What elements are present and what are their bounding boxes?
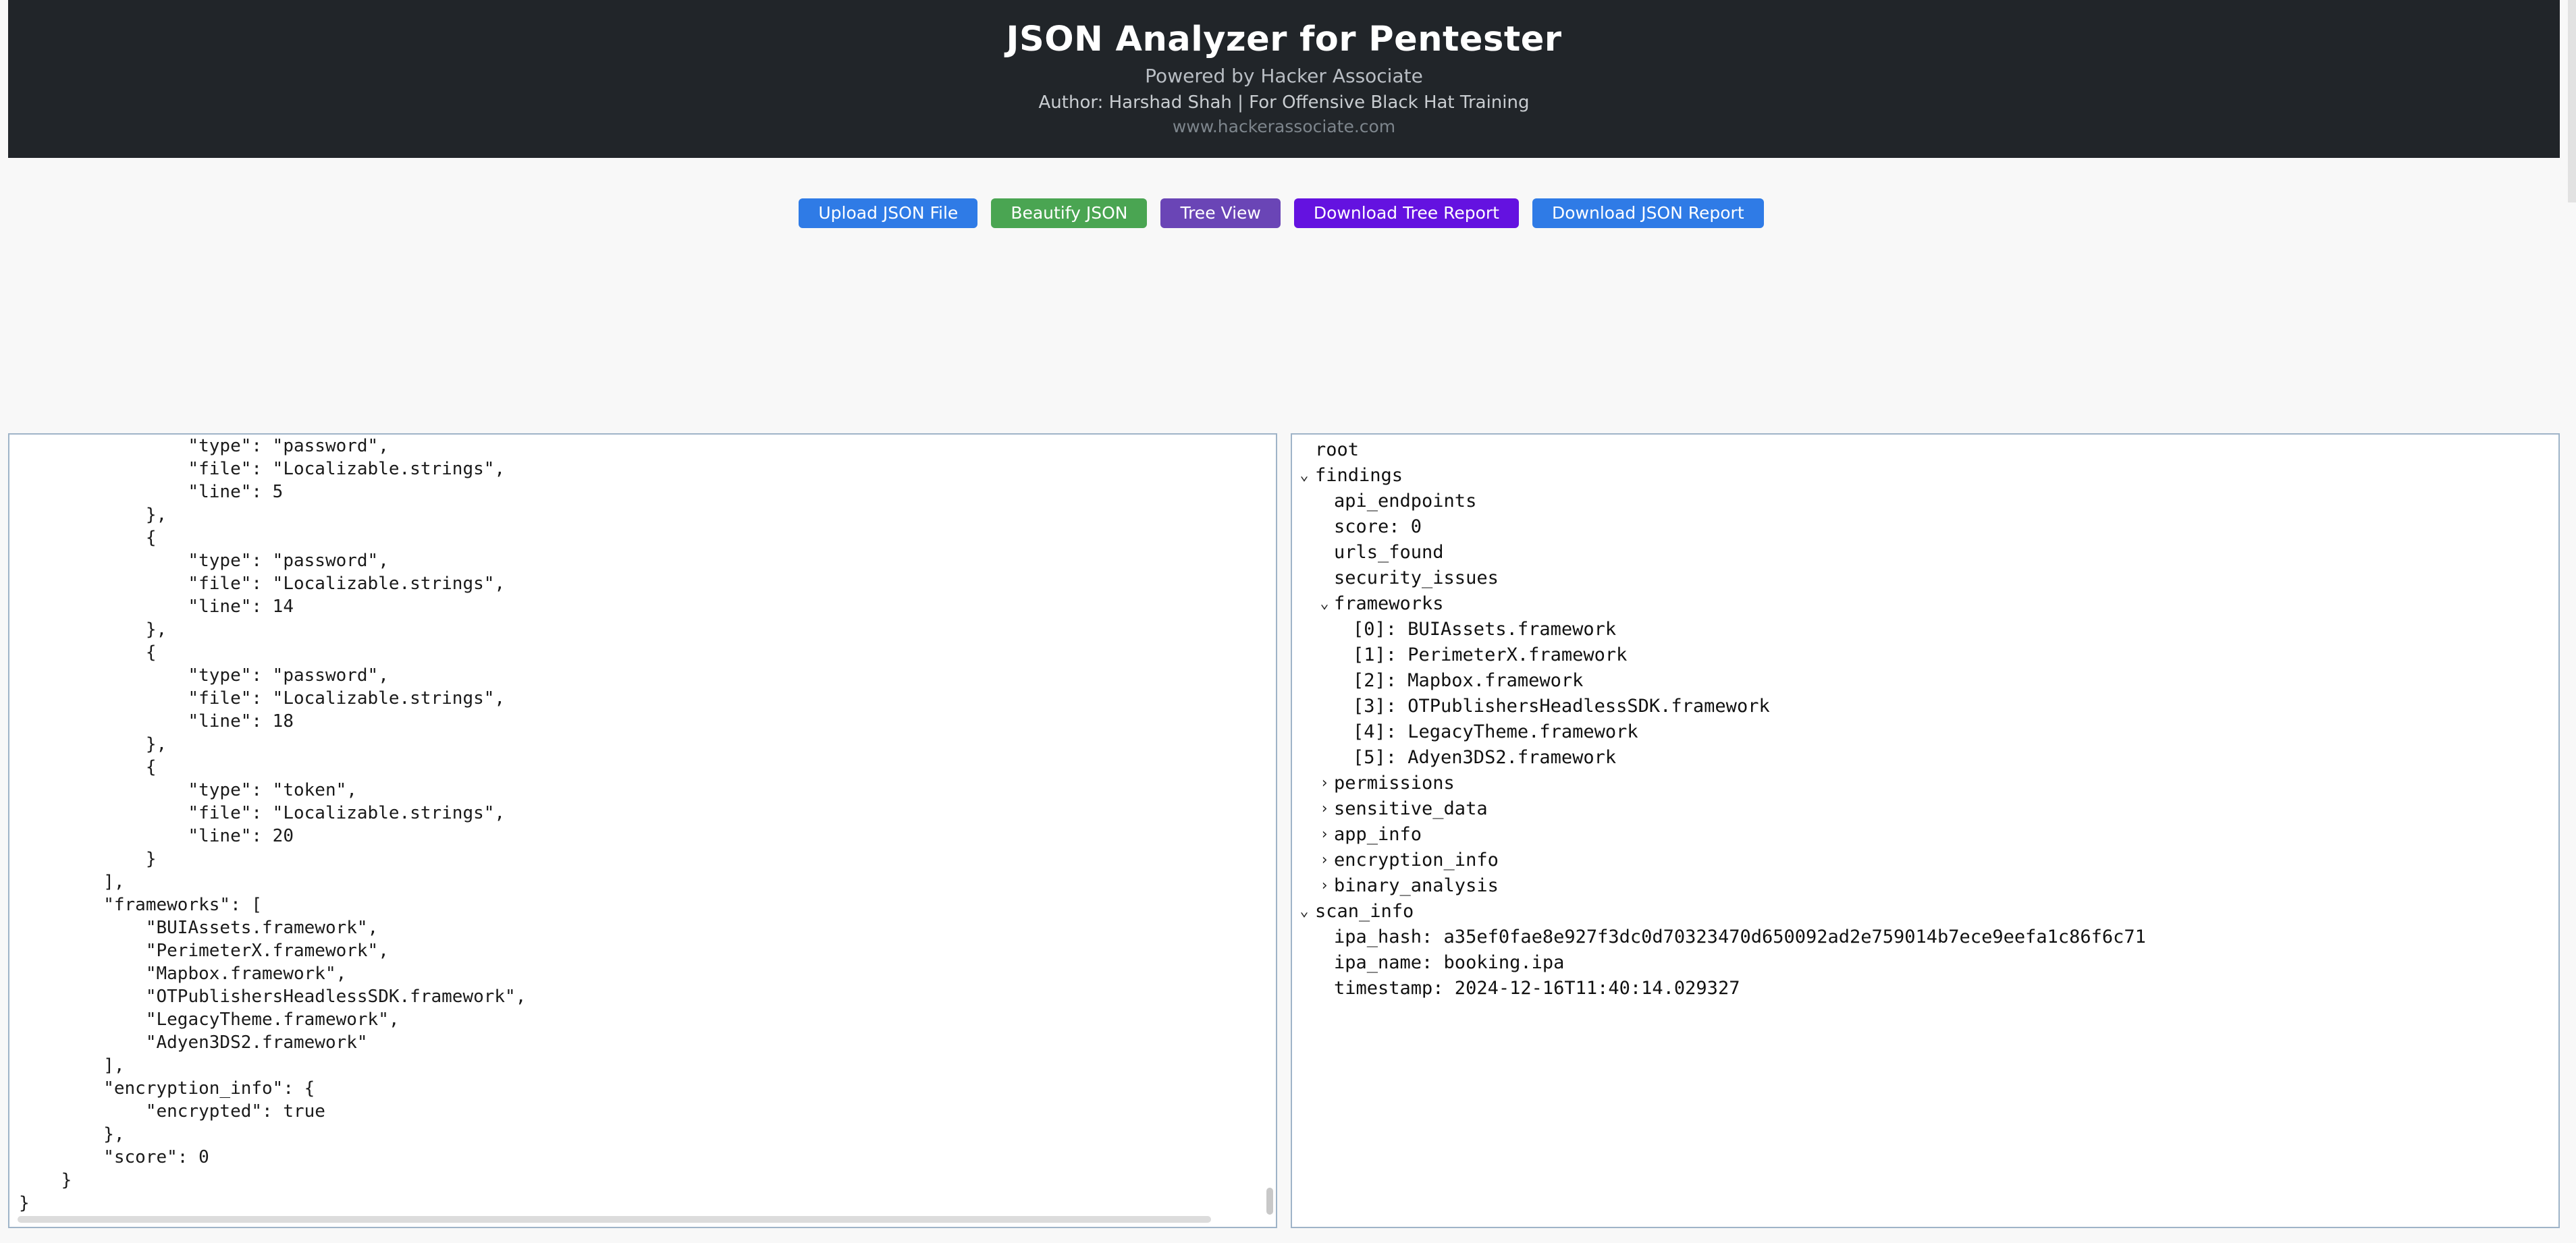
page-scrollbar[interactable] xyxy=(2568,0,2576,202)
tree-node-label: binary_analysis xyxy=(1334,875,1499,896)
code-line: { xyxy=(19,528,157,548)
code-line: } xyxy=(19,849,157,869)
code-line: { xyxy=(19,757,157,777)
code-line: "type": "token", xyxy=(19,780,357,800)
app-header: JSON Analyzer for Pentester Powered by H… xyxy=(8,0,2560,158)
download-json-report-button[interactable]: Download JSON Report xyxy=(1532,198,1764,228)
tree-node-label: urls_found xyxy=(1334,542,1444,563)
tree-node-label: [3]: OTPublishersHeadlessSDK.framework xyxy=(1353,696,1770,717)
code-line: ], xyxy=(19,1055,125,1076)
code-line: "frameworks": [ xyxy=(19,895,263,915)
beautify-json-button[interactable]: Beautify JSON xyxy=(991,198,1148,228)
action-toolbar: Upload JSON File Beautify JSON Tree View… xyxy=(0,198,2562,229)
code-line: }, xyxy=(19,1124,125,1144)
code-line: "score": 0 xyxy=(19,1147,209,1167)
horizontal-scrollbar[interactable] xyxy=(18,1216,1211,1223)
code-line: "encrypted": true xyxy=(19,1101,325,1122)
tree-node-label: root xyxy=(1315,439,1360,460)
tree-node-label: [2]: Mapbox.framework xyxy=(1353,670,1584,691)
code-line: "file": "Localizable.strings", xyxy=(19,459,506,479)
chevron-right-icon[interactable]: › xyxy=(1318,771,1331,796)
code-line: "line": 18 xyxy=(19,711,294,731)
tree-node-label: ipa_hash: a35ef0fae8e927f3dc0d70323470d6… xyxy=(1334,927,2146,947)
tree-node-label: score: 0 xyxy=(1334,516,1422,537)
code-line: } xyxy=(19,1170,72,1190)
tree-node-label: findings xyxy=(1315,465,1403,486)
chevron-down-icon[interactable]: ⌄ xyxy=(1297,899,1311,924)
code-line: "encryption_info": { xyxy=(19,1078,315,1099)
code-line: ], xyxy=(19,872,125,892)
website-text: www.hackerassociate.com xyxy=(1172,117,1396,136)
code-line: "line": 14 xyxy=(19,597,294,617)
upload-json-button[interactable]: Upload JSON File xyxy=(799,198,978,228)
code-line: "PerimeterX.framework", xyxy=(19,941,389,961)
tree-node-label: encryption_info xyxy=(1334,850,1499,871)
tree-view-panel: root ⌄ findings api_endpoints score: 0 urls_f… xyxy=(1291,433,2560,1228)
tree-node-label: frameworks xyxy=(1334,593,1444,614)
code-line: }, xyxy=(19,505,167,525)
chevron-right-icon[interactable]: › xyxy=(1318,796,1331,822)
code-line: "line": 5 xyxy=(19,482,284,502)
download-tree-report-button[interactable]: Download Tree Report xyxy=(1293,198,1519,228)
code-line: "type": "password", xyxy=(19,436,389,456)
code-line: "LegacyTheme.framework", xyxy=(19,1010,400,1030)
tree-node-label: [1]: PerimeterX.framework xyxy=(1353,644,1628,665)
tree-node-label: [4]: LegacyTheme.framework xyxy=(1353,721,1638,742)
chevron-down-icon[interactable]: ⌄ xyxy=(1318,591,1331,617)
code-line: "Mapbox.framework", xyxy=(19,964,347,984)
code-line: "file": "Localizable.strings", xyxy=(19,803,506,823)
chevron-down-icon[interactable]: ⌄ xyxy=(1297,463,1311,489)
author-line: Author: Harshad Shah | For Offensive Bla… xyxy=(1038,92,1530,113)
chevron-right-icon[interactable]: › xyxy=(1318,873,1331,899)
code-line: } xyxy=(19,1193,30,1213)
tree-node-label: [0]: BUIAssets.framework xyxy=(1353,619,1617,640)
json-code-text[interactable]: "type": "password", "file": "Localizable… xyxy=(19,435,526,1215)
tree-node-label: permissions xyxy=(1334,773,1455,794)
tree-node-label: timestamp: 2024-12-16T11:40:14.029327 xyxy=(1334,978,1740,999)
tree-node-label: scan_info xyxy=(1315,901,1414,922)
tree-node-label: app_info xyxy=(1334,824,1422,845)
code-line: "file": "Localizable.strings", xyxy=(19,688,506,709)
code-line: { xyxy=(19,642,157,663)
tree-node-label: sensitive_data xyxy=(1334,798,1488,819)
tree-node-label: [5]: Adyen3DS2.framework xyxy=(1353,747,1617,768)
vertical-scrollbar-thumb[interactable] xyxy=(1266,1188,1273,1215)
page-title: JSON Analyzer for Pentester xyxy=(1006,20,1562,59)
json-editor-panel[interactable]: "type": "password", "file": "Localizable… xyxy=(8,433,1277,1228)
tree-node-label: security_issues xyxy=(1334,568,1499,588)
code-line: }, xyxy=(19,619,167,640)
code-line: "type": "password", xyxy=(19,551,389,571)
page-subtitle: Powered by Hacker Associate xyxy=(1145,65,1423,87)
code-line: }, xyxy=(19,734,167,754)
chevron-right-icon[interactable]: › xyxy=(1318,822,1331,848)
code-line: "Adyen3DS2.framework" xyxy=(19,1032,368,1053)
code-line: "file": "Localizable.strings", xyxy=(19,574,506,594)
chevron-right-icon[interactable]: › xyxy=(1318,848,1331,873)
tree-view-button[interactable]: Tree View xyxy=(1160,198,1281,228)
tree-node-label: ipa_name: booking.ipa xyxy=(1334,952,1565,973)
code-line: "BUIAssets.framework", xyxy=(19,918,379,938)
code-line: "type": "password", xyxy=(19,665,389,686)
tree-node-label: api_endpoints xyxy=(1334,491,1477,512)
code-line: "line": 20 xyxy=(19,826,294,846)
code-line: "OTPublishersHeadlessSDK.framework", xyxy=(19,987,527,1007)
